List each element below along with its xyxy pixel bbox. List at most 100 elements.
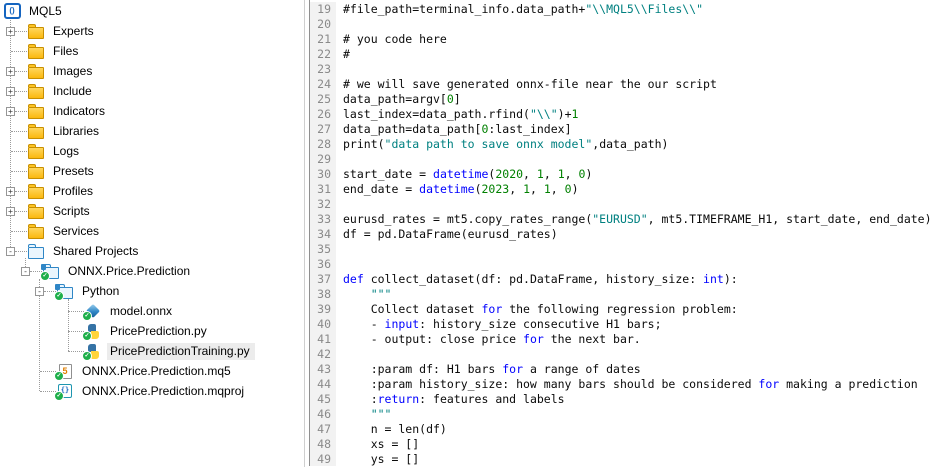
line-number[interactable]: 26 [310,107,336,122]
code-line[interactable]: 40 - input: history_size consecutive H1 … [310,317,947,332]
line-number[interactable]: 31 [310,182,336,197]
line-number[interactable]: 23 [310,62,336,77]
code-text: # [336,47,350,62]
expander-plus-icon[interactable]: + [6,107,15,116]
line-number[interactable]: 44 [310,377,336,392]
code-line[interactable]: 42 [310,347,947,362]
line-number[interactable]: 46 [310,407,336,422]
line-number[interactable]: 48 [310,437,336,452]
tree-item-include[interactable]: +Include [0,81,304,101]
tree-item-experts[interactable]: +Experts [0,21,304,41]
code-token: a range of dates [523,362,641,376]
tree-item-scripts[interactable]: +Scripts [0,201,304,221]
code-line[interactable]: 19#file_path=terminal_info.data_path+"\\… [310,2,947,17]
check-badge-icon: ✓ [54,371,64,381]
tree-item-images[interactable]: +Images [0,61,304,81]
line-number[interactable]: 29 [310,152,336,167]
expander-plus-icon[interactable]: + [6,207,15,216]
tree-item-onnx-price-prediction-mqproj[interactable]: {}✓ONNX.Price.Prediction.mqproj [0,381,304,401]
code-line[interactable]: 21# you code here [310,32,947,47]
code-line[interactable]: 31end_date = datetime(2023, 1, 1, 0) [310,182,947,197]
line-number[interactable]: 39 [310,302,336,317]
expander-plus-icon[interactable]: + [6,27,15,36]
code-line[interactable]: 28print("data path to save onnx model",d… [310,137,947,152]
tree-item-mql5[interactable]: ()MQL5 [0,1,304,21]
line-number[interactable]: 43 [310,362,336,377]
code-line[interactable]: 23 [310,62,947,77]
line-number[interactable]: 40 [310,317,336,332]
code-line[interactable]: 45 :return: features and labels [310,392,947,407]
code-line[interactable]: 32 [310,197,947,212]
code-line[interactable]: 44 :param history_size: how many bars sh… [310,377,947,392]
code-line[interactable]: 38 """ [310,287,947,302]
code-token: "data path to save onnx model" [385,137,593,151]
code-line[interactable]: 41 - output: close price for the next ba… [310,332,947,347]
code-line[interactable]: 22# [310,47,947,62]
expander-plus-icon[interactable]: + [6,67,15,76]
tree-item-model-onnx[interactable]: ✓model.onnx [0,301,304,321]
line-number[interactable]: 32 [310,197,336,212]
line-number[interactable]: 28 [310,137,336,152]
code-line[interactable]: 39 Collect dataset for the following reg… [310,302,947,317]
line-number[interactable]: 47 [310,422,336,437]
tree-item-files[interactable]: Files [0,41,304,61]
tree-item-priceprediction-py[interactable]: ✓PricePrediction.py [0,321,304,341]
line-number[interactable]: 30 [310,167,336,182]
code-line[interactable]: 43 :param df: H1 bars for a range of dat… [310,362,947,377]
code-line[interactable]: 33eurusd_rates = mt5.copy_rates_range("E… [310,212,947,227]
tree-item-profiles[interactable]: +Profiles [0,181,304,201]
line-number[interactable]: 37 [310,272,336,287]
code-line[interactable]: 26last_index=data_path.rfind("\\")+1 [310,107,947,122]
code-line[interactable]: 36 [310,257,947,272]
expander-plus-icon[interactable]: + [6,87,15,96]
onnx-file-icon: ✓ [84,303,102,319]
expander-minus-icon[interactable]: - [6,247,15,256]
tree-item-indicators[interactable]: +Indicators [0,101,304,121]
line-number[interactable]: 41 [310,332,336,347]
tree-connector [68,331,84,332]
code-line[interactable]: 20 [310,17,947,32]
tree-item-presets[interactable]: Presets [0,161,304,181]
line-number[interactable]: 34 [310,227,336,242]
code-line[interactable]: 30start_date = datetime(2020, 1, 1, 0) [310,167,947,182]
expander-minus-icon[interactable]: - [21,267,30,276]
python-file-icon: ✓ [84,323,102,339]
line-number[interactable]: 25 [310,92,336,107]
tree-item-python[interactable]: -✓Python [0,281,304,301]
code-line[interactable]: 49 ys = [] [310,452,947,466]
tree-item-shared-projects[interactable]: -Shared Projects [0,241,304,261]
code-line[interactable]: 25data_path=argv[0] [310,92,947,107]
line-number[interactable]: 27 [310,122,336,137]
code-editor[interactable]: 19#file_path=terminal_info.data_path+"\\… [309,0,947,466]
tree-item-logs[interactable]: Logs [0,141,304,161]
code-line[interactable]: 29 [310,152,947,167]
line-number[interactable]: 49 [310,452,336,466]
expander-minus-icon[interactable]: - [35,287,44,296]
line-number[interactable]: 22 [310,47,336,62]
tree-item-pricepredictiontraining-py[interactable]: ✓PricePredictionTraining.py [0,341,304,361]
line-number[interactable]: 42 [310,347,336,362]
tree-item-onnx-price-prediction-mq5[interactable]: 5✓ONNX.Price.Prediction.mq5 [0,361,304,381]
line-number[interactable]: 35 [310,242,336,257]
line-number[interactable]: 24 [310,77,336,92]
line-number[interactable]: 33 [310,212,336,227]
code-line[interactable]: 46 """ [310,407,947,422]
line-number[interactable]: 21 [310,32,336,47]
line-number[interactable]: 38 [310,287,336,302]
code-line[interactable]: 47 n = len(df) [310,422,947,437]
tree-item-onnx-price-prediction[interactable]: -✓ONNX.Price.Prediction [0,261,304,281]
tree-item-libraries[interactable]: Libraries [0,121,304,141]
code-line[interactable]: 35 [310,242,947,257]
code-line[interactable]: 48 xs = [] [310,437,947,452]
tree-item-services[interactable]: Services [0,221,304,241]
line-number[interactable]: 19 [310,2,336,17]
code-text: def collect_dataset(df: pd.DataFrame, hi… [336,272,738,287]
line-number[interactable]: 36 [310,257,336,272]
code-line[interactable]: 24# we will save generated onnx-file nea… [310,77,947,92]
code-line[interactable]: 34df = pd.DataFrame(eurusd_rates) [310,227,947,242]
line-number[interactable]: 20 [310,17,336,32]
expander-plus-icon[interactable]: + [6,187,15,196]
code-line[interactable]: 37def collect_dataset(df: pd.DataFrame, … [310,272,947,287]
line-number[interactable]: 45 [310,392,336,407]
code-line[interactable]: 27data_path=data_path[0:last_index] [310,122,947,137]
